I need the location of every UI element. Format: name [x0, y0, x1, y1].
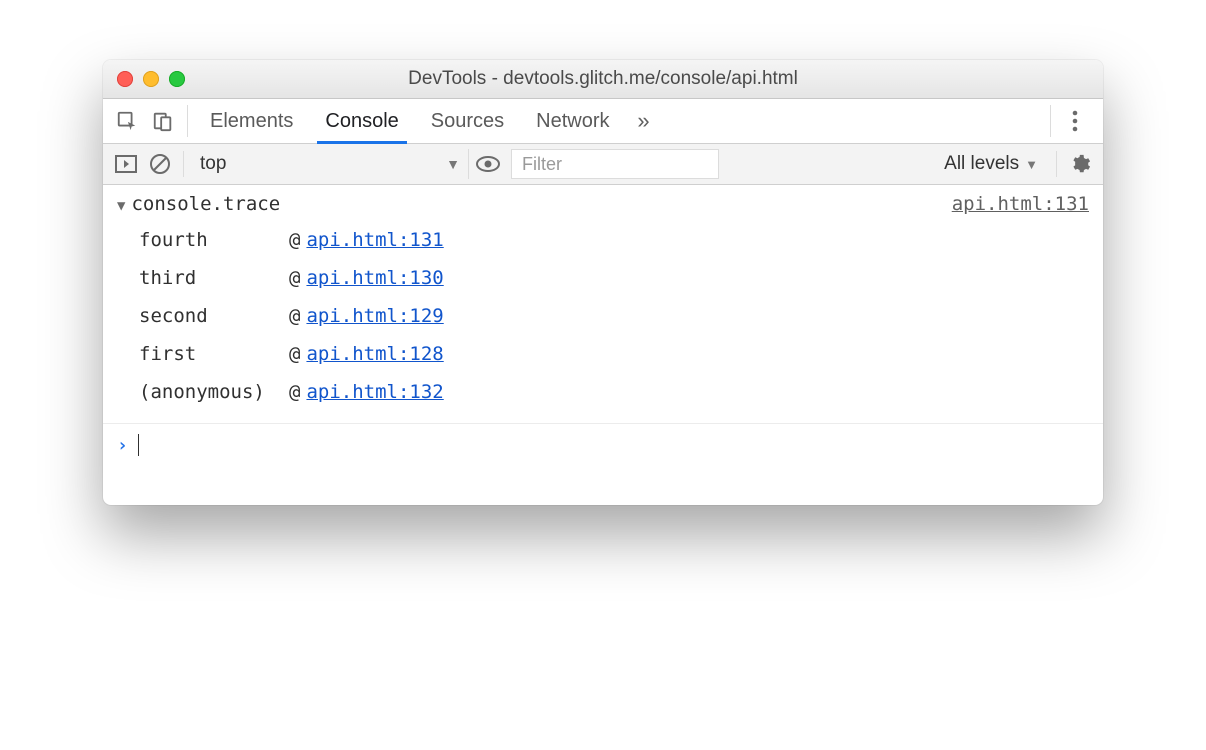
- stack-fn-name: third: [139, 259, 289, 297]
- stack-source-link[interactable]: api.html:129: [306, 297, 443, 335]
- window-title: DevTools - devtools.glitch.me/console/ap…: [103, 68, 1103, 90]
- divider: [183, 151, 184, 177]
- context-label: top: [200, 153, 226, 175]
- spacer: [662, 99, 1045, 143]
- console-trace-entry: ▼ console.trace api.html:131 fourth @ ap…: [103, 185, 1103, 424]
- stack-trace: fourth @ api.html:131 third @ api.html:1…: [139, 221, 1089, 411]
- more-tabs-button[interactable]: »: [626, 99, 662, 143]
- levels-label: All levels: [944, 153, 1019, 175]
- at-symbol: @: [289, 335, 300, 373]
- stack-fn-name: second: [139, 297, 289, 335]
- tab-network[interactable]: Network: [520, 99, 625, 143]
- at-symbol: @: [289, 221, 300, 259]
- divider: [187, 105, 188, 137]
- tab-label: Sources: [431, 110, 504, 133]
- chevron-down-icon: ▼: [446, 156, 460, 172]
- tab-label: Network: [536, 110, 609, 133]
- log-title: console.trace: [131, 193, 280, 215]
- text-cursor: [138, 434, 139, 456]
- at-symbol: @: [289, 259, 300, 297]
- devtools-tabstrip: Elements Console Sources Network »: [103, 99, 1103, 144]
- stack-source-link[interactable]: api.html:128: [306, 335, 443, 373]
- filter-input[interactable]: [520, 153, 710, 176]
- stack-source-link[interactable]: api.html:132: [306, 373, 443, 411]
- devtools-window: DevTools - devtools.glitch.me/console/ap…: [103, 60, 1103, 505]
- close-window-button[interactable]: [117, 71, 133, 87]
- stack-frame: fourth @ api.html:131: [139, 221, 1089, 259]
- toggle-sidebar-icon[interactable]: [111, 149, 141, 179]
- stack-fn-name: fourth: [139, 221, 289, 259]
- tab-elements[interactable]: Elements: [194, 99, 309, 143]
- console-toolbar: top ▼ All levels ▼: [103, 144, 1103, 185]
- chevron-double-right-icon: »: [637, 108, 649, 134]
- clear-console-icon[interactable]: [145, 149, 175, 179]
- traffic-lights: [103, 71, 185, 87]
- live-expression-icon[interactable]: [473, 149, 503, 179]
- devtools-menu-button[interactable]: [1057, 99, 1093, 143]
- at-symbol: @: [289, 373, 300, 411]
- stack-source-link[interactable]: api.html:130: [306, 259, 443, 297]
- log-levels-select[interactable]: All levels ▼: [934, 153, 1048, 175]
- device-toolbar-icon[interactable]: [145, 99, 181, 143]
- stack-frame: (anonymous) @ api.html:132: [139, 373, 1089, 411]
- stack-fn-name: (anonymous): [139, 373, 289, 411]
- log-header[interactable]: ▼ console.trace api.html:131: [117, 193, 1089, 215]
- stack-frame: second @ api.html:129: [139, 297, 1089, 335]
- prompt-caret-icon: ›: [117, 435, 128, 456]
- stack-frame: third @ api.html:130: [139, 259, 1089, 297]
- console-body: ▼ console.trace api.html:131 fourth @ ap…: [103, 185, 1103, 505]
- at-symbol: @: [289, 297, 300, 335]
- filter-box[interactable]: [511, 149, 719, 179]
- tab-label: Elements: [210, 110, 293, 133]
- log-origin-link[interactable]: api.html:131: [952, 193, 1089, 215]
- stack-frame: first @ api.html:128: [139, 335, 1089, 373]
- stack-source-link[interactable]: api.html:131: [306, 221, 443, 259]
- titlebar: DevTools - devtools.glitch.me/console/ap…: [103, 60, 1103, 99]
- minimize-window-button[interactable]: [143, 71, 159, 87]
- tab-label: Console: [325, 110, 398, 133]
- divider: [1050, 105, 1051, 137]
- console-settings-icon[interactable]: [1065, 149, 1095, 179]
- tab-sources[interactable]: Sources: [415, 99, 520, 143]
- stack-fn-name: first: [139, 335, 289, 373]
- tab-console[interactable]: Console: [309, 99, 414, 143]
- chevron-down-icon: ▼: [1025, 157, 1038, 172]
- inspect-element-icon[interactable]: [109, 99, 145, 143]
- zoom-window-button[interactable]: [169, 71, 185, 87]
- console-prompt[interactable]: ›: [103, 424, 1103, 466]
- disclosure-triangle-icon[interactable]: ▼: [117, 198, 125, 214]
- execution-context-select[interactable]: top ▼: [192, 149, 469, 179]
- divider: [1056, 151, 1057, 177]
